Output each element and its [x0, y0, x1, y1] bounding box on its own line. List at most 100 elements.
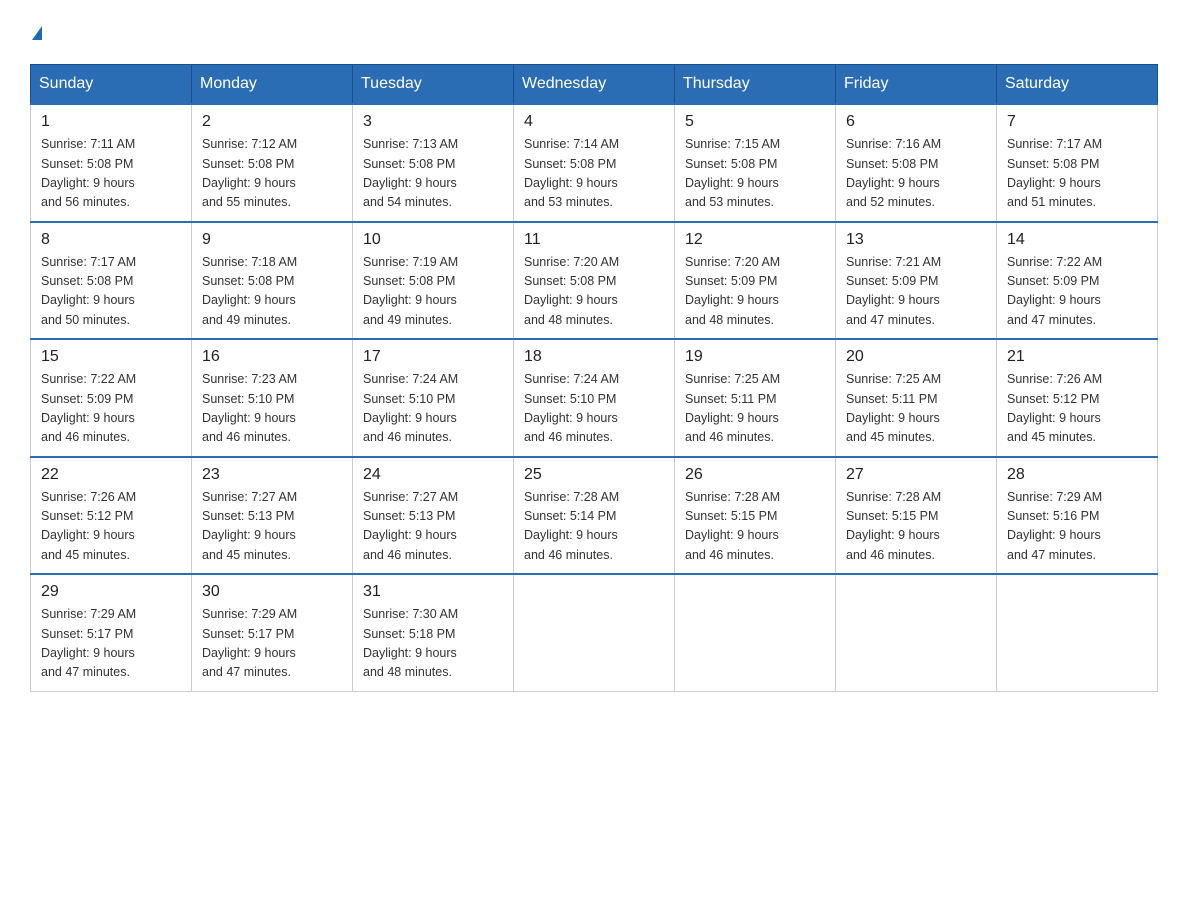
- day-info: Sunrise: 7:14 AMSunset: 5:08 PMDaylight:…: [524, 135, 664, 213]
- calendar-cell: 16 Sunrise: 7:23 AMSunset: 5:10 PMDaylig…: [192, 339, 353, 457]
- week-row: 29 Sunrise: 7:29 AMSunset: 5:17 PMDaylig…: [31, 574, 1158, 691]
- calendar-cell: 22 Sunrise: 7:26 AMSunset: 5:12 PMDaylig…: [31, 457, 192, 575]
- day-info: Sunrise: 7:20 AMSunset: 5:08 PMDaylight:…: [524, 253, 664, 331]
- day-info: Sunrise: 7:26 AMSunset: 5:12 PMDaylight:…: [1007, 370, 1147, 448]
- day-info: Sunrise: 7:30 AMSunset: 5:18 PMDaylight:…: [363, 605, 503, 683]
- day-number: 31: [363, 583, 503, 601]
- day-number: 8: [41, 231, 181, 249]
- calendar-cell: 6 Sunrise: 7:16 AMSunset: 5:08 PMDayligh…: [836, 104, 997, 222]
- calendar-cell: 21 Sunrise: 7:26 AMSunset: 5:12 PMDaylig…: [997, 339, 1158, 457]
- day-info: Sunrise: 7:15 AMSunset: 5:08 PMDaylight:…: [685, 135, 825, 213]
- calendar-cell: 17 Sunrise: 7:24 AMSunset: 5:10 PMDaylig…: [353, 339, 514, 457]
- calendar-cell: 12 Sunrise: 7:20 AMSunset: 5:09 PMDaylig…: [675, 222, 836, 340]
- day-info: Sunrise: 7:13 AMSunset: 5:08 PMDaylight:…: [363, 135, 503, 213]
- day-number: 16: [202, 348, 342, 366]
- week-row: 15 Sunrise: 7:22 AMSunset: 5:09 PMDaylig…: [31, 339, 1158, 457]
- calendar-cell: 28 Sunrise: 7:29 AMSunset: 5:16 PMDaylig…: [997, 457, 1158, 575]
- day-number: 28: [1007, 466, 1147, 484]
- calendar-cell: 31 Sunrise: 7:30 AMSunset: 5:18 PMDaylig…: [353, 574, 514, 691]
- day-number: 23: [202, 466, 342, 484]
- calendar-cell: 19 Sunrise: 7:25 AMSunset: 5:11 PMDaylig…: [675, 339, 836, 457]
- day-info: Sunrise: 7:23 AMSunset: 5:10 PMDaylight:…: [202, 370, 342, 448]
- day-number: 9: [202, 231, 342, 249]
- calendar-cell: 13 Sunrise: 7:21 AMSunset: 5:09 PMDaylig…: [836, 222, 997, 340]
- day-number: 19: [685, 348, 825, 366]
- day-number: 13: [846, 231, 986, 249]
- day-number: 2: [202, 113, 342, 131]
- day-info: Sunrise: 7:26 AMSunset: 5:12 PMDaylight:…: [41, 488, 181, 566]
- calendar-cell: 5 Sunrise: 7:15 AMSunset: 5:08 PMDayligh…: [675, 104, 836, 222]
- day-info: Sunrise: 7:29 AMSunset: 5:17 PMDaylight:…: [202, 605, 342, 683]
- calendar-cell: 3 Sunrise: 7:13 AMSunset: 5:08 PMDayligh…: [353, 104, 514, 222]
- calendar-table: SundayMondayTuesdayWednesdayThursdayFrid…: [30, 64, 1158, 692]
- calendar-cell: 8 Sunrise: 7:17 AMSunset: 5:08 PMDayligh…: [31, 222, 192, 340]
- day-number: 14: [1007, 231, 1147, 249]
- calendar-cell: 25 Sunrise: 7:28 AMSunset: 5:14 PMDaylig…: [514, 457, 675, 575]
- day-info: Sunrise: 7:17 AMSunset: 5:08 PMDaylight:…: [41, 253, 181, 331]
- calendar-cell: 18 Sunrise: 7:24 AMSunset: 5:10 PMDaylig…: [514, 339, 675, 457]
- week-row: 8 Sunrise: 7:17 AMSunset: 5:08 PMDayligh…: [31, 222, 1158, 340]
- day-info: Sunrise: 7:25 AMSunset: 5:11 PMDaylight:…: [685, 370, 825, 448]
- day-number: 15: [41, 348, 181, 366]
- calendar-cell: 26 Sunrise: 7:28 AMSunset: 5:15 PMDaylig…: [675, 457, 836, 575]
- day-info: Sunrise: 7:18 AMSunset: 5:08 PMDaylight:…: [202, 253, 342, 331]
- day-info: Sunrise: 7:11 AMSunset: 5:08 PMDaylight:…: [41, 135, 181, 213]
- day-info: Sunrise: 7:28 AMSunset: 5:14 PMDaylight:…: [524, 488, 664, 566]
- day-info: Sunrise: 7:27 AMSunset: 5:13 PMDaylight:…: [202, 488, 342, 566]
- calendar-cell: [675, 574, 836, 691]
- day-number: 6: [846, 113, 986, 131]
- day-number: 24: [363, 466, 503, 484]
- day-number: 25: [524, 466, 664, 484]
- calendar-cell: 2 Sunrise: 7:12 AMSunset: 5:08 PMDayligh…: [192, 104, 353, 222]
- day-info: Sunrise: 7:17 AMSunset: 5:08 PMDaylight:…: [1007, 135, 1147, 213]
- day-number: 20: [846, 348, 986, 366]
- day-number: 12: [685, 231, 825, 249]
- day-info: Sunrise: 7:22 AMSunset: 5:09 PMDaylight:…: [41, 370, 181, 448]
- calendar-cell: 23 Sunrise: 7:27 AMSunset: 5:13 PMDaylig…: [192, 457, 353, 575]
- day-info: Sunrise: 7:28 AMSunset: 5:15 PMDaylight:…: [846, 488, 986, 566]
- day-info: Sunrise: 7:21 AMSunset: 5:09 PMDaylight:…: [846, 253, 986, 331]
- day-info: Sunrise: 7:16 AMSunset: 5:08 PMDaylight:…: [846, 135, 986, 213]
- day-number: 26: [685, 466, 825, 484]
- calendar-cell: 9 Sunrise: 7:18 AMSunset: 5:08 PMDayligh…: [192, 222, 353, 340]
- week-row: 1 Sunrise: 7:11 AMSunset: 5:08 PMDayligh…: [31, 104, 1158, 222]
- page-header: [30, 20, 1158, 44]
- day-number: 29: [41, 583, 181, 601]
- days-header-row: SundayMondayTuesdayWednesdayThursdayFrid…: [31, 65, 1158, 105]
- day-of-week-header: Monday: [192, 65, 353, 105]
- calendar-cell: 11 Sunrise: 7:20 AMSunset: 5:08 PMDaylig…: [514, 222, 675, 340]
- calendar-cell: 24 Sunrise: 7:27 AMSunset: 5:13 PMDaylig…: [353, 457, 514, 575]
- day-of-week-header: Thursday: [675, 65, 836, 105]
- day-number: 5: [685, 113, 825, 131]
- calendar-cell: 15 Sunrise: 7:22 AMSunset: 5:09 PMDaylig…: [31, 339, 192, 457]
- day-info: Sunrise: 7:22 AMSunset: 5:09 PMDaylight:…: [1007, 253, 1147, 331]
- day-info: Sunrise: 7:27 AMSunset: 5:13 PMDaylight:…: [363, 488, 503, 566]
- calendar-cell: 14 Sunrise: 7:22 AMSunset: 5:09 PMDaylig…: [997, 222, 1158, 340]
- day-number: 22: [41, 466, 181, 484]
- calendar-cell: 7 Sunrise: 7:17 AMSunset: 5:08 PMDayligh…: [997, 104, 1158, 222]
- calendar-cell: 4 Sunrise: 7:14 AMSunset: 5:08 PMDayligh…: [514, 104, 675, 222]
- day-number: 27: [846, 466, 986, 484]
- day-of-week-header: Tuesday: [353, 65, 514, 105]
- week-row: 22 Sunrise: 7:26 AMSunset: 5:12 PMDaylig…: [31, 457, 1158, 575]
- day-number: 10: [363, 231, 503, 249]
- calendar-cell: 30 Sunrise: 7:29 AMSunset: 5:17 PMDaylig…: [192, 574, 353, 691]
- day-info: Sunrise: 7:28 AMSunset: 5:15 PMDaylight:…: [685, 488, 825, 566]
- day-number: 4: [524, 113, 664, 131]
- day-number: 30: [202, 583, 342, 601]
- day-number: 21: [1007, 348, 1147, 366]
- day-of-week-header: Saturday: [997, 65, 1158, 105]
- calendar-cell: 20 Sunrise: 7:25 AMSunset: 5:11 PMDaylig…: [836, 339, 997, 457]
- day-number: 3: [363, 113, 503, 131]
- day-info: Sunrise: 7:29 AMSunset: 5:16 PMDaylight:…: [1007, 488, 1147, 566]
- calendar-cell: 27 Sunrise: 7:28 AMSunset: 5:15 PMDaylig…: [836, 457, 997, 575]
- day-number: 17: [363, 348, 503, 366]
- calendar-cell: 1 Sunrise: 7:11 AMSunset: 5:08 PMDayligh…: [31, 104, 192, 222]
- day-info: Sunrise: 7:24 AMSunset: 5:10 PMDaylight:…: [524, 370, 664, 448]
- logo: [30, 20, 42, 44]
- day-info: Sunrise: 7:20 AMSunset: 5:09 PMDaylight:…: [685, 253, 825, 331]
- day-info: Sunrise: 7:25 AMSunset: 5:11 PMDaylight:…: [846, 370, 986, 448]
- day-info: Sunrise: 7:12 AMSunset: 5:08 PMDaylight:…: [202, 135, 342, 213]
- calendar-cell: [836, 574, 997, 691]
- calendar-cell: 10 Sunrise: 7:19 AMSunset: 5:08 PMDaylig…: [353, 222, 514, 340]
